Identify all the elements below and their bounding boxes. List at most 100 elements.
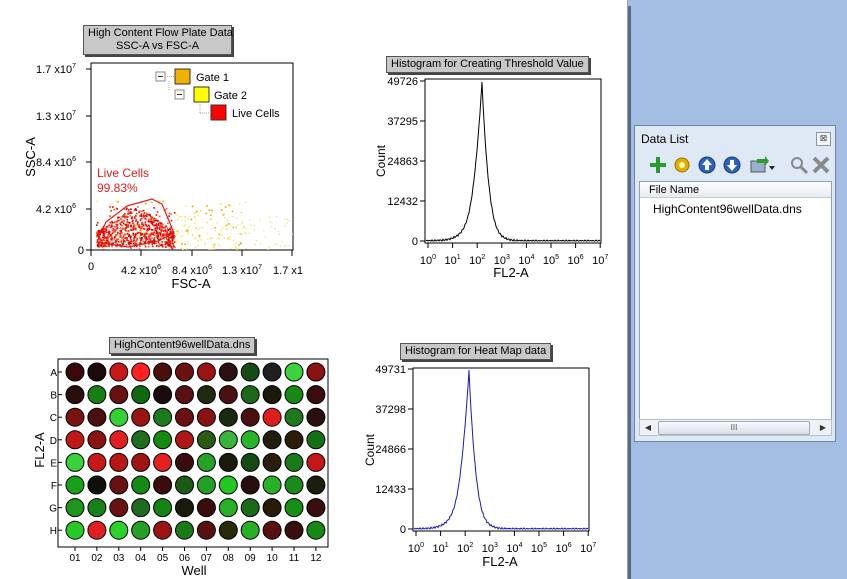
- well-C10[interactable]: [262, 407, 282, 427]
- well-A06[interactable]: [175, 362, 194, 382]
- well-A10[interactable]: [262, 362, 282, 382]
- well-H06[interactable]: [175, 520, 194, 540]
- well-C12[interactable]: [306, 407, 326, 427]
- well-H01[interactable]: [65, 520, 85, 540]
- well-D01[interactable]: [65, 430, 85, 450]
- scroll-left-icon[interactable]: ◀: [640, 420, 656, 435]
- well-B12[interactable]: [306, 385, 326, 405]
- well-C08[interactable]: [218, 407, 238, 427]
- well-H04[interactable]: [131, 520, 151, 540]
- well-D12[interactable]: [306, 430, 326, 450]
- well-H09[interactable]: [240, 520, 260, 540]
- file-name-column-header[interactable]: File Name: [640, 182, 831, 198]
- heatmap-title[interactable]: HighContent96wellData.dns: [109, 337, 256, 354]
- well-E10[interactable]: [262, 452, 282, 472]
- well-D09[interactable]: [240, 430, 260, 450]
- well-F01[interactable]: [65, 475, 85, 495]
- well-H07[interactable]: [196, 520, 216, 540]
- well-H03[interactable]: [109, 520, 129, 540]
- well-D02[interactable]: [87, 430, 107, 450]
- settings-icon[interactable]: [672, 155, 692, 175]
- well-E11[interactable]: [284, 452, 304, 472]
- well-H12[interactable]: [306, 520, 326, 540]
- well-G12[interactable]: [306, 498, 326, 518]
- gate-tree-item[interactable]: Gate 1: [196, 72, 229, 84]
- dropdown-icon[interactable]: [768, 155, 776, 175]
- search-icon[interactable]: [789, 155, 809, 175]
- well-E03[interactable]: [109, 452, 129, 472]
- well-A11[interactable]: [284, 362, 304, 382]
- well-G09[interactable]: [240, 498, 260, 518]
- well-D11[interactable]: [284, 430, 304, 450]
- move-up-icon[interactable]: [697, 155, 717, 175]
- well-F09[interactable]: [240, 475, 260, 495]
- histogram-threshold[interactable]: 49726 37295 24863 12432 0 100 101 102 103 10…: [374, 76, 608, 280]
- well-G08[interactable]: [218, 498, 238, 518]
- well-E04[interactable]: [131, 452, 151, 472]
- well-D05[interactable]: [153, 430, 173, 450]
- well-C05[interactable]: [153, 407, 173, 427]
- well-D08[interactable]: [218, 430, 238, 450]
- well-B09[interactable]: [240, 385, 260, 405]
- well-G02[interactable]: [87, 498, 107, 518]
- well-E05[interactable]: [153, 452, 173, 472]
- well-C01[interactable]: [65, 407, 85, 427]
- well-H11[interactable]: [284, 520, 304, 540]
- file-list-item[interactable]: HighContent96wellData.dns: [653, 202, 802, 216]
- well-G05[interactable]: [153, 498, 173, 518]
- well-E02[interactable]: [87, 452, 107, 472]
- well-G11[interactable]: [284, 498, 304, 518]
- export-icon[interactable]: [749, 155, 769, 175]
- well-G03[interactable]: [109, 498, 129, 518]
- move-down-icon[interactable]: [722, 155, 742, 175]
- well-D04[interactable]: [131, 430, 151, 450]
- well-A01[interactable]: [65, 362, 85, 382]
- well-D03[interactable]: [109, 430, 129, 450]
- well-heatmap[interactable]: ABCDEFGH 01 02 03 04 05 06 07 08 09 10 11 12 Well F…: [32, 358, 329, 578]
- well-F10[interactable]: [262, 475, 282, 495]
- well-C06[interactable]: [175, 407, 194, 427]
- well-E01[interactable]: [65, 452, 85, 472]
- well-B07[interactable]: [196, 385, 216, 405]
- gate-tree-item[interactable]: Live Cells: [232, 108, 280, 120]
- well-A12[interactable]: [306, 362, 326, 382]
- well-B10[interactable]: [262, 385, 282, 405]
- well-H05[interactable]: [153, 520, 173, 540]
- well-F03[interactable]: [109, 475, 129, 495]
- well-A02[interactable]: [87, 362, 107, 382]
- well-H08[interactable]: [218, 520, 238, 540]
- well-A09[interactable]: [240, 362, 260, 382]
- well-B08[interactable]: [218, 385, 238, 405]
- gate-tree-item[interactable]: Gate 2: [214, 90, 247, 102]
- well-H10[interactable]: [262, 520, 282, 540]
- scatter-plot-title[interactable]: High Content Flow Plate Data SSC-A vs FS…: [83, 25, 233, 55]
- well-E09[interactable]: [240, 452, 260, 472]
- well-C04[interactable]: [131, 407, 151, 427]
- well-F04[interactable]: [131, 475, 151, 495]
- histogram-heatmap-title[interactable]: Histogram for Heat Map data: [400, 343, 552, 360]
- well-F11[interactable]: [284, 475, 304, 495]
- well-F06[interactable]: [175, 475, 194, 495]
- histogram-threshold-title[interactable]: Histogram for Creating Threshold Value: [386, 56, 589, 73]
- well-F12[interactable]: [306, 475, 326, 495]
- well-B04[interactable]: [131, 385, 151, 405]
- well-G07[interactable]: [196, 498, 216, 518]
- scrollbar-thumb[interactable]: III: [658, 421, 810, 435]
- data-list-panel[interactable]: Data List ⊠ File Name HighContent96wellD…: [634, 125, 836, 442]
- well-G10[interactable]: [262, 498, 282, 518]
- well-A03[interactable]: [109, 362, 129, 382]
- add-icon[interactable]: [648, 155, 668, 175]
- close-icon[interactable]: ⊠: [816, 132, 831, 146]
- well-F08[interactable]: [218, 475, 238, 495]
- well-C07[interactable]: [196, 407, 216, 427]
- well-C11[interactable]: [284, 407, 304, 427]
- well-A05[interactable]: [153, 362, 173, 382]
- well-B05[interactable]: [153, 385, 173, 405]
- scatter-plot[interactable]: 1.7 x107 1.3 x107 8.4 x106 4.2 x106 0 0 …: [23, 62, 303, 291]
- well-G04[interactable]: [131, 498, 151, 518]
- well-H02[interactable]: [87, 520, 107, 540]
- well-B06[interactable]: [175, 385, 194, 405]
- well-A07[interactable]: [196, 362, 216, 382]
- well-D10[interactable]: [262, 430, 282, 450]
- well-B03[interactable]: [109, 385, 129, 405]
